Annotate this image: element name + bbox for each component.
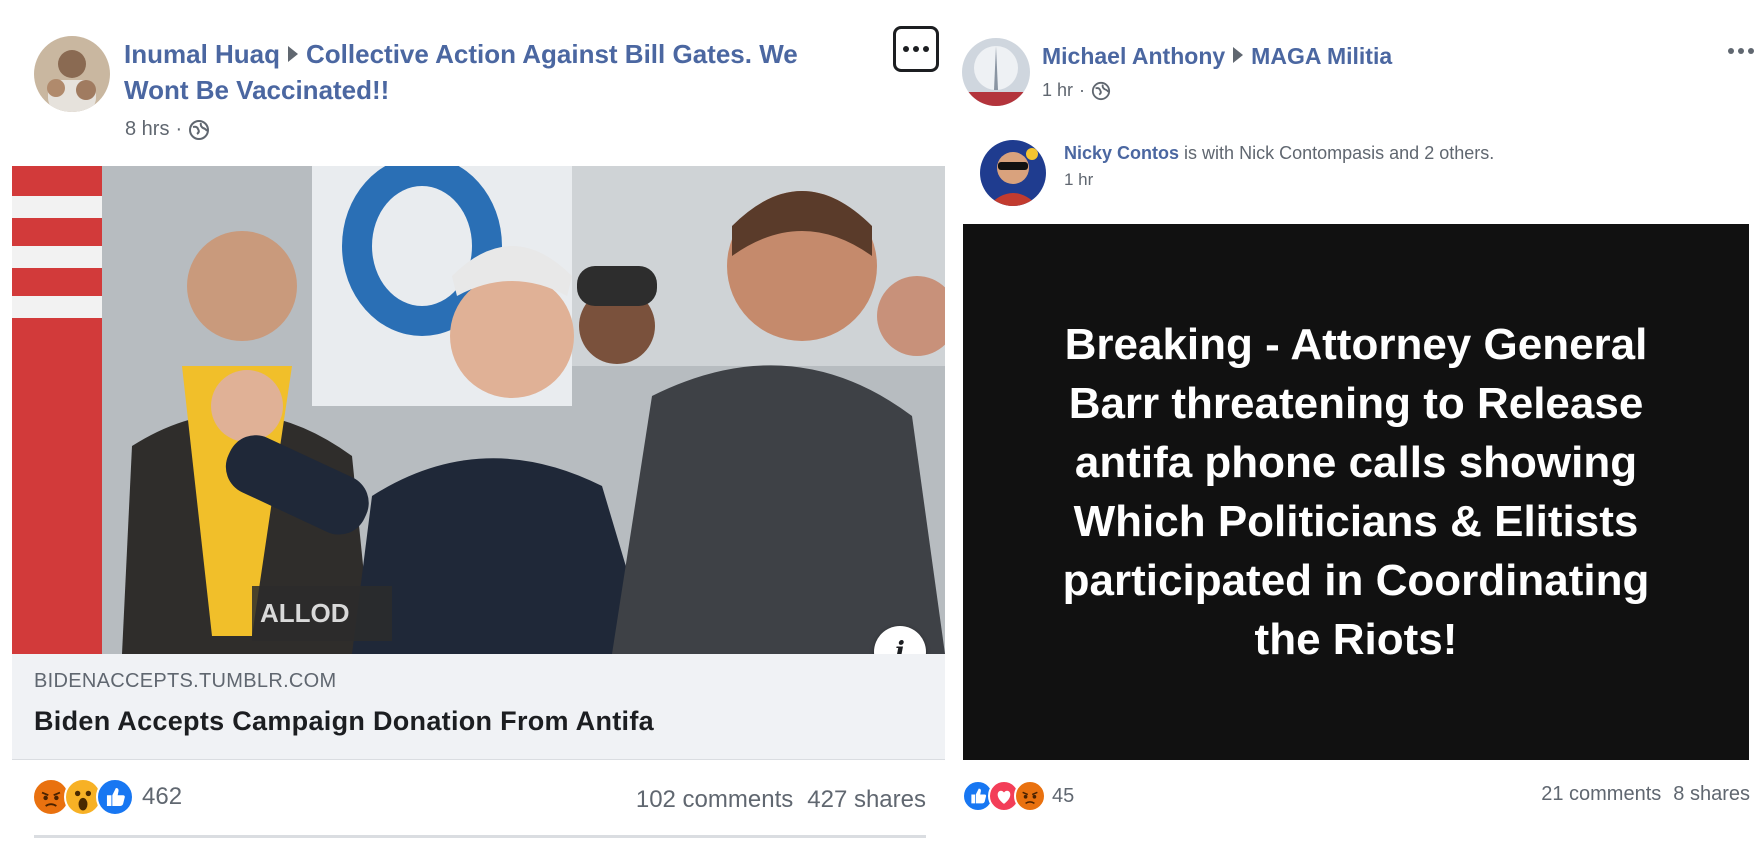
author-avatar[interactable] xyxy=(962,38,1030,106)
globe-icon xyxy=(1091,81,1111,100)
reaction-count[interactable]: 462 xyxy=(142,783,182,811)
avatar-photo xyxy=(34,36,110,112)
dot-icon xyxy=(923,46,929,52)
photo-illustration xyxy=(12,166,945,654)
post-header: Michael Anthony MAGA Militia xyxy=(1042,40,1392,72)
post-meta: 1 hr · xyxy=(1042,80,1111,101)
group-name[interactable]: MAGA Militia xyxy=(1251,43,1392,69)
others-link[interactable]: 2 others. xyxy=(1424,143,1494,163)
divider xyxy=(34,835,926,838)
more-options-button[interactable] xyxy=(1728,48,1754,54)
with-text: is with xyxy=(1184,143,1235,163)
author-avatar[interactable] xyxy=(34,36,110,112)
dot-icon xyxy=(903,46,909,52)
reaction-count[interactable]: 45 xyxy=(1052,785,1074,808)
link-caption[interactable]: BIDENACCEPTS.TUMBLR.COM Biden Accepts Ca… xyxy=(12,654,945,760)
avatar-photo xyxy=(980,140,1046,206)
globe-icon xyxy=(189,119,210,140)
reaction-summary[interactable]: 45 xyxy=(962,780,1074,812)
post-left: Inumal Huaq Collective Action Against Bil… xyxy=(0,0,950,842)
dot-icon xyxy=(1738,48,1744,54)
shared-author-name[interactable]: Nicky Contos xyxy=(1064,143,1179,163)
reaction-summary[interactable]: 462 xyxy=(32,778,182,816)
like-reaction-icon xyxy=(96,778,134,816)
dot-icon xyxy=(1748,48,1754,54)
shared-author-line: Nicky Contos is with Nick Contompasis an… xyxy=(1064,143,1494,164)
comments-count[interactable]: 102 comments xyxy=(636,786,793,814)
link-domain: BIDENACCEPTS.TUMBLR.COM xyxy=(34,670,337,692)
author-name[interactable]: Michael Anthony xyxy=(1042,43,1225,69)
avatar-photo xyxy=(962,38,1030,106)
author-name[interactable]: Inumal Huaq xyxy=(124,39,280,69)
engagement-stats: 21 comments 8 shares xyxy=(1541,783,1750,806)
link-title[interactable]: Biden Accepts Campaign Donation From Ant… xyxy=(34,706,654,737)
caret-right-icon xyxy=(288,46,299,62)
engagement-stats: 102 comments 427 shares xyxy=(636,786,926,814)
more-options-button[interactable] xyxy=(893,26,939,72)
dot-icon xyxy=(913,46,919,52)
text-post-card[interactable]: Breaking - Attorney General Barr threate… xyxy=(963,224,1749,760)
caret-right-icon xyxy=(1233,47,1244,63)
dot-icon xyxy=(1728,48,1734,54)
shared-post-time[interactable]: 1 hr xyxy=(1064,170,1093,190)
shares-count[interactable]: 427 shares xyxy=(807,786,926,814)
link-preview-image[interactable]: ALLOD xyxy=(12,166,945,654)
post-meta: 8 hrs · xyxy=(125,118,210,141)
shares-count[interactable]: 8 shares xyxy=(1673,783,1750,806)
post-time[interactable]: 8 hrs xyxy=(125,118,169,141)
card-text: Breaking - Attorney General Barr threate… xyxy=(1062,320,1650,664)
comments-count[interactable]: 21 comments xyxy=(1541,783,1661,806)
tagged-name[interactable]: Nick Contompasis xyxy=(1239,143,1384,163)
angry-reaction-icon xyxy=(1014,780,1046,812)
and-text: and xyxy=(1389,143,1420,163)
post-header: Inumal Huaq Collective Action Against Bil… xyxy=(124,36,824,108)
shared-author-avatar[interactable] xyxy=(980,140,1046,206)
image-watermark: ALLOD xyxy=(260,598,350,628)
post-time[interactable]: 1 hr xyxy=(1042,80,1073,101)
